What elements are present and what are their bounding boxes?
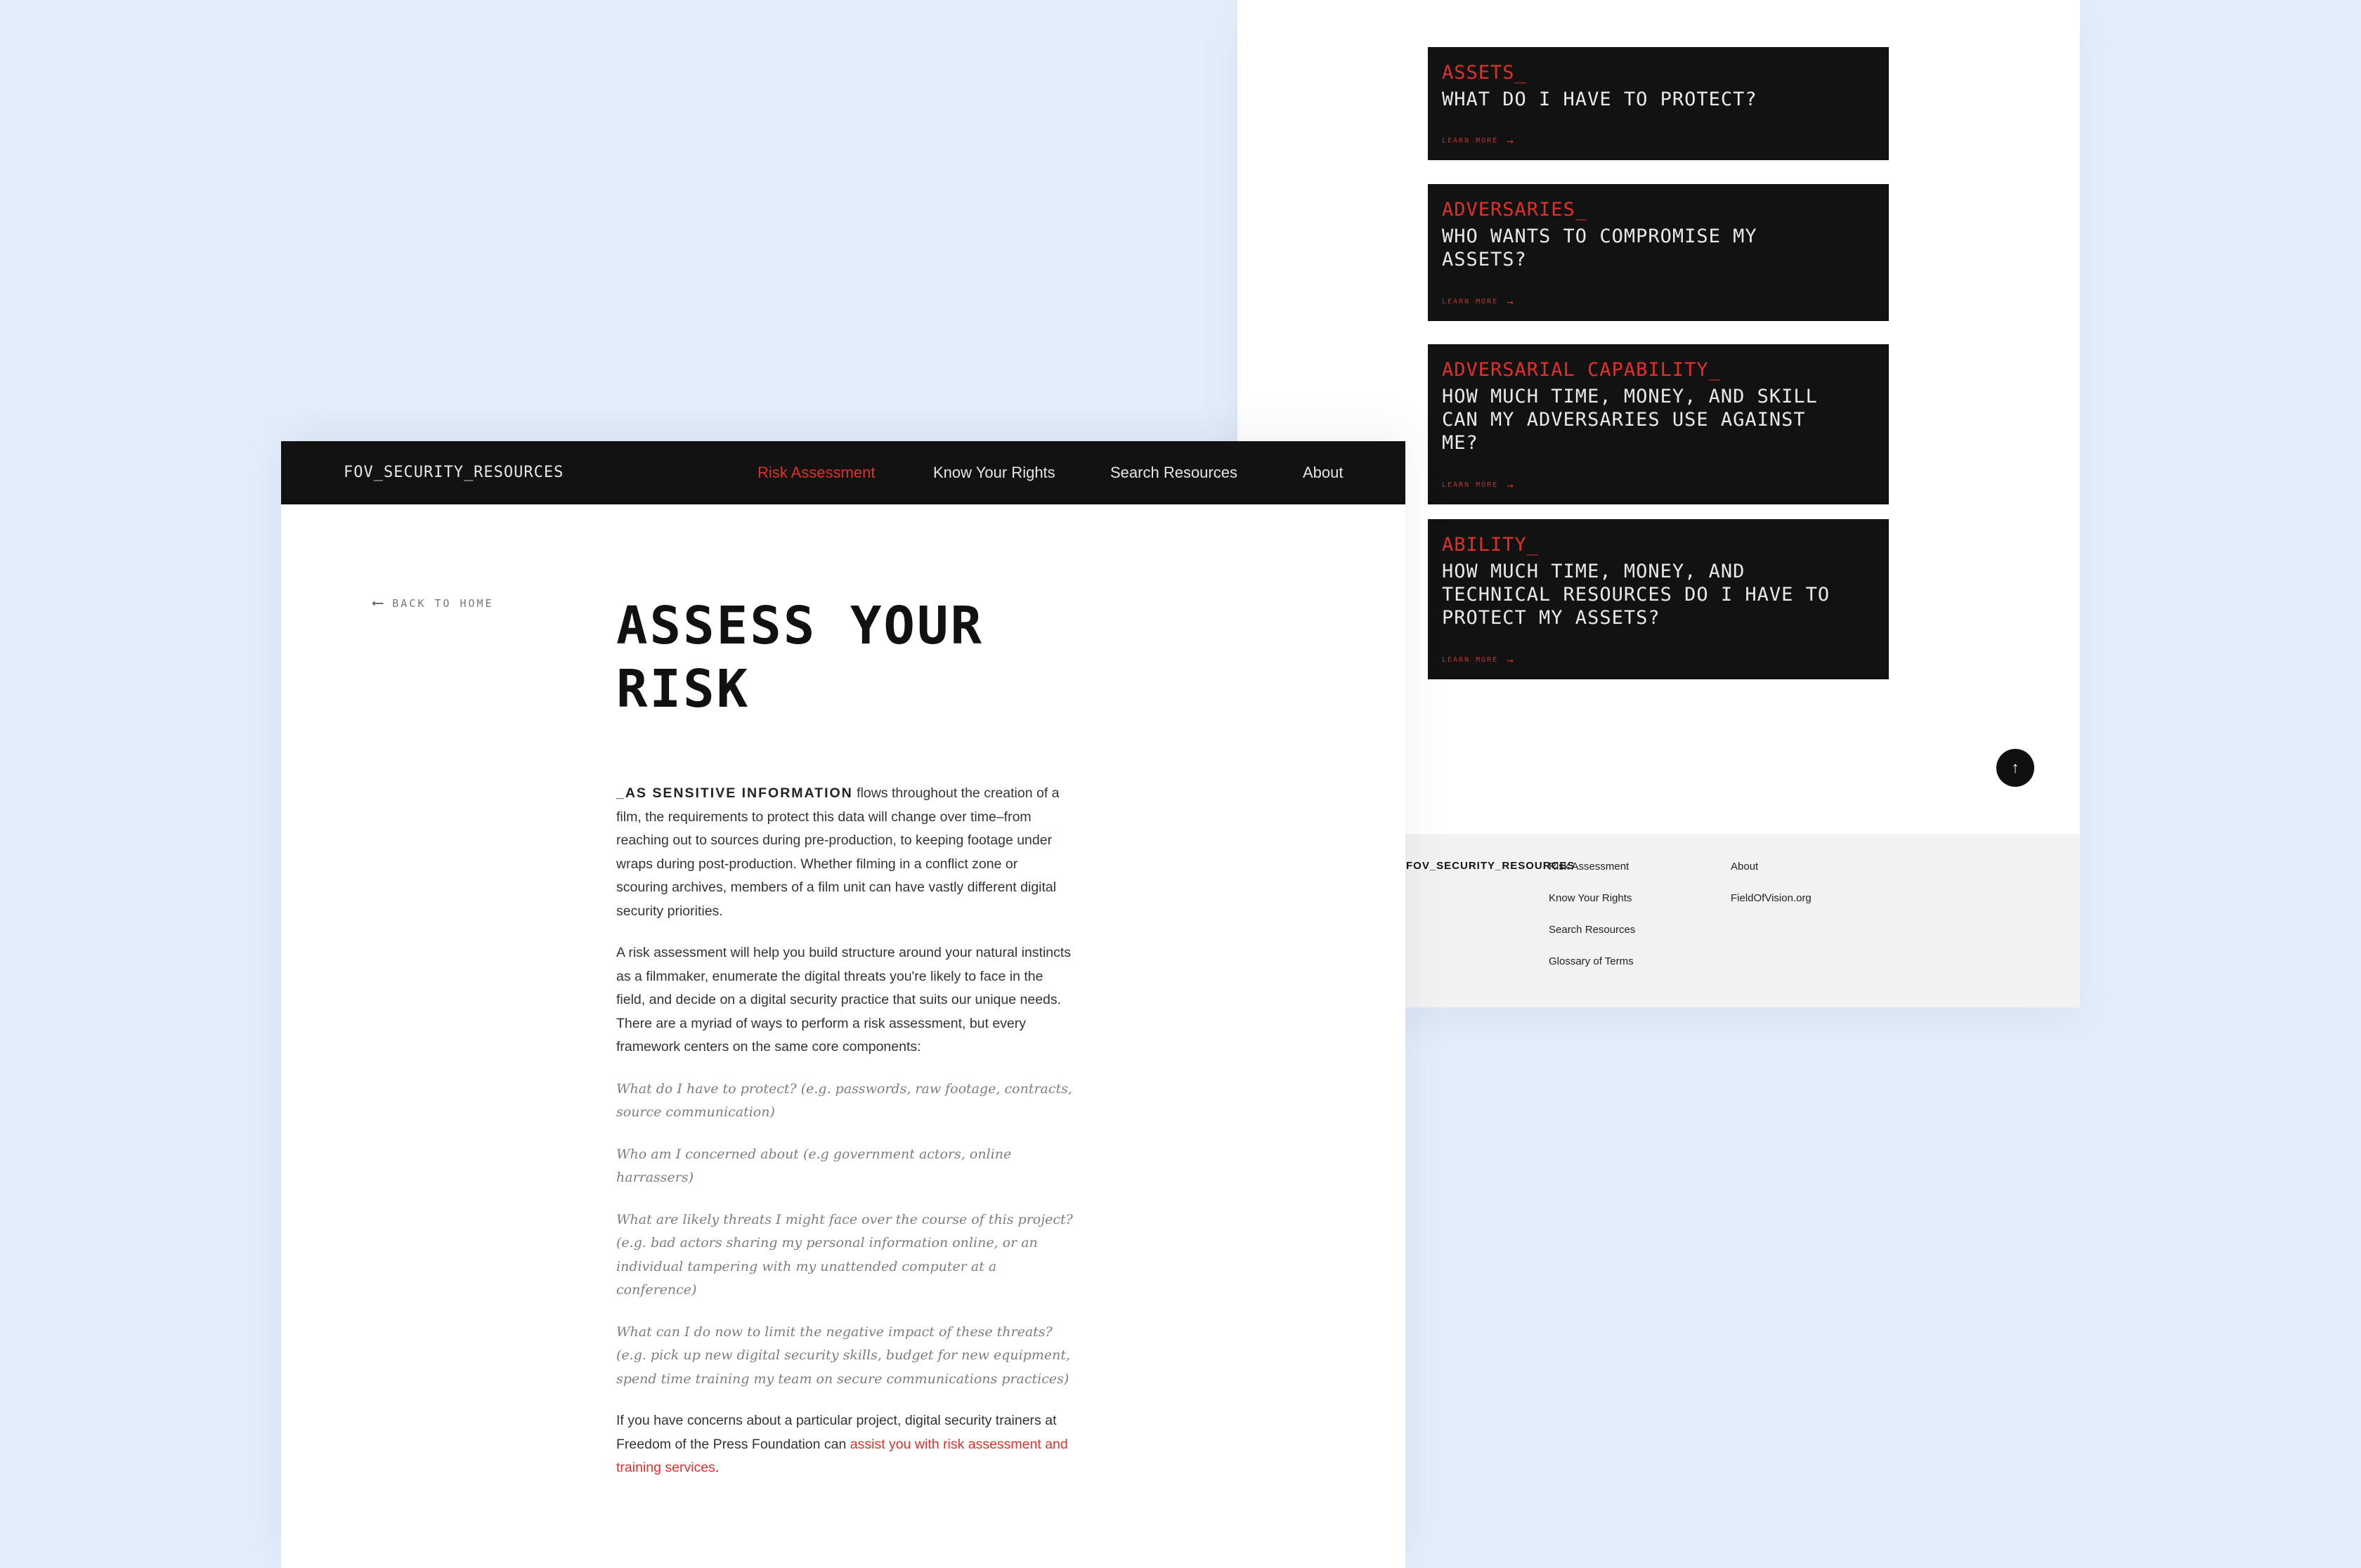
- nav-about[interactable]: About: [1303, 441, 1344, 504]
- nav-know-your-rights[interactable]: Know Your Rights: [933, 441, 1055, 504]
- arrow-up-icon: ↑: [2011, 759, 2019, 776]
- page-title: ASSESS YOUR RISK: [616, 596, 984, 719]
- arrow-right-icon: →: [1507, 478, 1514, 492]
- card-kicker: ADVERSARIAL CAPABILITY_: [1442, 359, 1721, 381]
- card-question: WHO WANTS TO COMPROMISE MY ASSETS?: [1442, 226, 1757, 270]
- question-item: What do I have to protect? (e.g. passwor…: [616, 1080, 1072, 1121]
- learn-more-link[interactable]: LEARN MORE →: [1442, 134, 1514, 148]
- back-to-home-link[interactable]: ⟵ BACK TO HOME: [373, 594, 494, 612]
- body-paragraph: A risk assessment will help you build st…: [616, 945, 1072, 1054]
- learn-more-label: LEARN MORE: [1442, 656, 1499, 664]
- question-item: What can I do now to limit the negative …: [616, 1324, 1070, 1387]
- intro-lead: _AS SENSITIVE INFORMATION: [616, 785, 853, 801]
- arrow-left-icon: ⟵: [373, 594, 383, 612]
- arrow-right-icon: →: [1507, 134, 1514, 148]
- learn-more-label: LEARN MORE: [1442, 298, 1499, 306]
- card-adversarial-capability[interactable]: ADVERSARIAL CAPABILITY_ HOW MUCH TIME, M…: [1428, 344, 1889, 504]
- card-adversaries[interactable]: ADVERSARIES_ WHO WANTS TO COMPROMISE MY …: [1428, 184, 1889, 321]
- question-item: What are likely threats I might face ove…: [616, 1211, 1073, 1298]
- site-logo[interactable]: FOV_SECURITY_RESOURCES: [344, 441, 564, 504]
- footer-about-column: About FieldOfVision.org: [1731, 860, 1812, 923]
- question-item: Who am I concerned about (e.g government…: [616, 1146, 1012, 1186]
- card-ability[interactable]: ABILITY_ HOW MUCH TIME, MONEY, AND TECHN…: [1428, 519, 1889, 679]
- nav-search-resources[interactable]: Search Resources: [1110, 441, 1237, 504]
- footer-link-about[interactable]: About: [1731, 860, 1812, 891]
- learn-more-label: LEARN MORE: [1442, 481, 1499, 489]
- article-body: _AS SENSITIVE INFORMATION flows througho…: [616, 782, 1073, 1498]
- arrow-right-icon: →: [1507, 295, 1514, 308]
- footer-link-search-resources[interactable]: Search Resources: [1549, 923, 1635, 955]
- risk-assessment-page: FOV_SECURITY_RESOURCES Risk Assessment K…: [281, 441, 1405, 1568]
- footer-link-risk-assessment[interactable]: Risk Assessment: [1549, 860, 1635, 891]
- nav-risk-assessment[interactable]: Risk Assessment: [757, 441, 876, 504]
- card-question: WHAT DO I HAVE TO PROTECT?: [1442, 89, 1757, 110]
- learn-more-link[interactable]: LEARN MORE →: [1442, 295, 1514, 308]
- footer-link-fieldofvision[interactable]: FieldOfVision.org: [1731, 891, 1812, 923]
- scroll-to-top-button[interactable]: ↑: [1996, 749, 2034, 787]
- card-question: HOW MUCH TIME, MONEY, AND SKILL CAN MY A…: [1442, 386, 1818, 454]
- card-kicker: ADVERSARIES_: [1442, 199, 1588, 221]
- card-assets[interactable]: ASSETS_ WHAT DO I HAVE TO PROTECT? LEARN…: [1428, 47, 1889, 160]
- back-to-home-label: BACK TO HOME: [392, 596, 494, 610]
- closing-end: .: [715, 1460, 720, 1475]
- arrow-right-icon: →: [1507, 653, 1514, 667]
- intro-text: flows throughout the creation of a film,…: [616, 785, 1060, 919]
- closing-paragraph: If you have concerns about a particular …: [616, 1409, 1073, 1480]
- learn-more-label: LEARN MORE: [1442, 137, 1499, 145]
- footer-link-glossary[interactable]: Glossary of Terms: [1549, 955, 1635, 986]
- card-kicker: ABILITY_: [1442, 534, 1540, 556]
- card-question: HOW MUCH TIME, MONEY, AND TECHNICAL RESO…: [1442, 561, 1830, 629]
- learn-more-link[interactable]: LEARN MORE →: [1442, 478, 1514, 492]
- footer-nav-column: Risk Assessment Know Your Rights Search …: [1549, 860, 1635, 986]
- card-kicker: ASSETS_: [1442, 62, 1527, 84]
- intro-paragraph: _AS SENSITIVE INFORMATION flows througho…: [616, 782, 1073, 923]
- learn-more-link[interactable]: LEARN MORE →: [1442, 653, 1514, 667]
- footer-link-know-your-rights[interactable]: Know Your Rights: [1549, 891, 1635, 923]
- top-navbar: FOV_SECURITY_RESOURCES Risk Assessment K…: [281, 441, 1405, 504]
